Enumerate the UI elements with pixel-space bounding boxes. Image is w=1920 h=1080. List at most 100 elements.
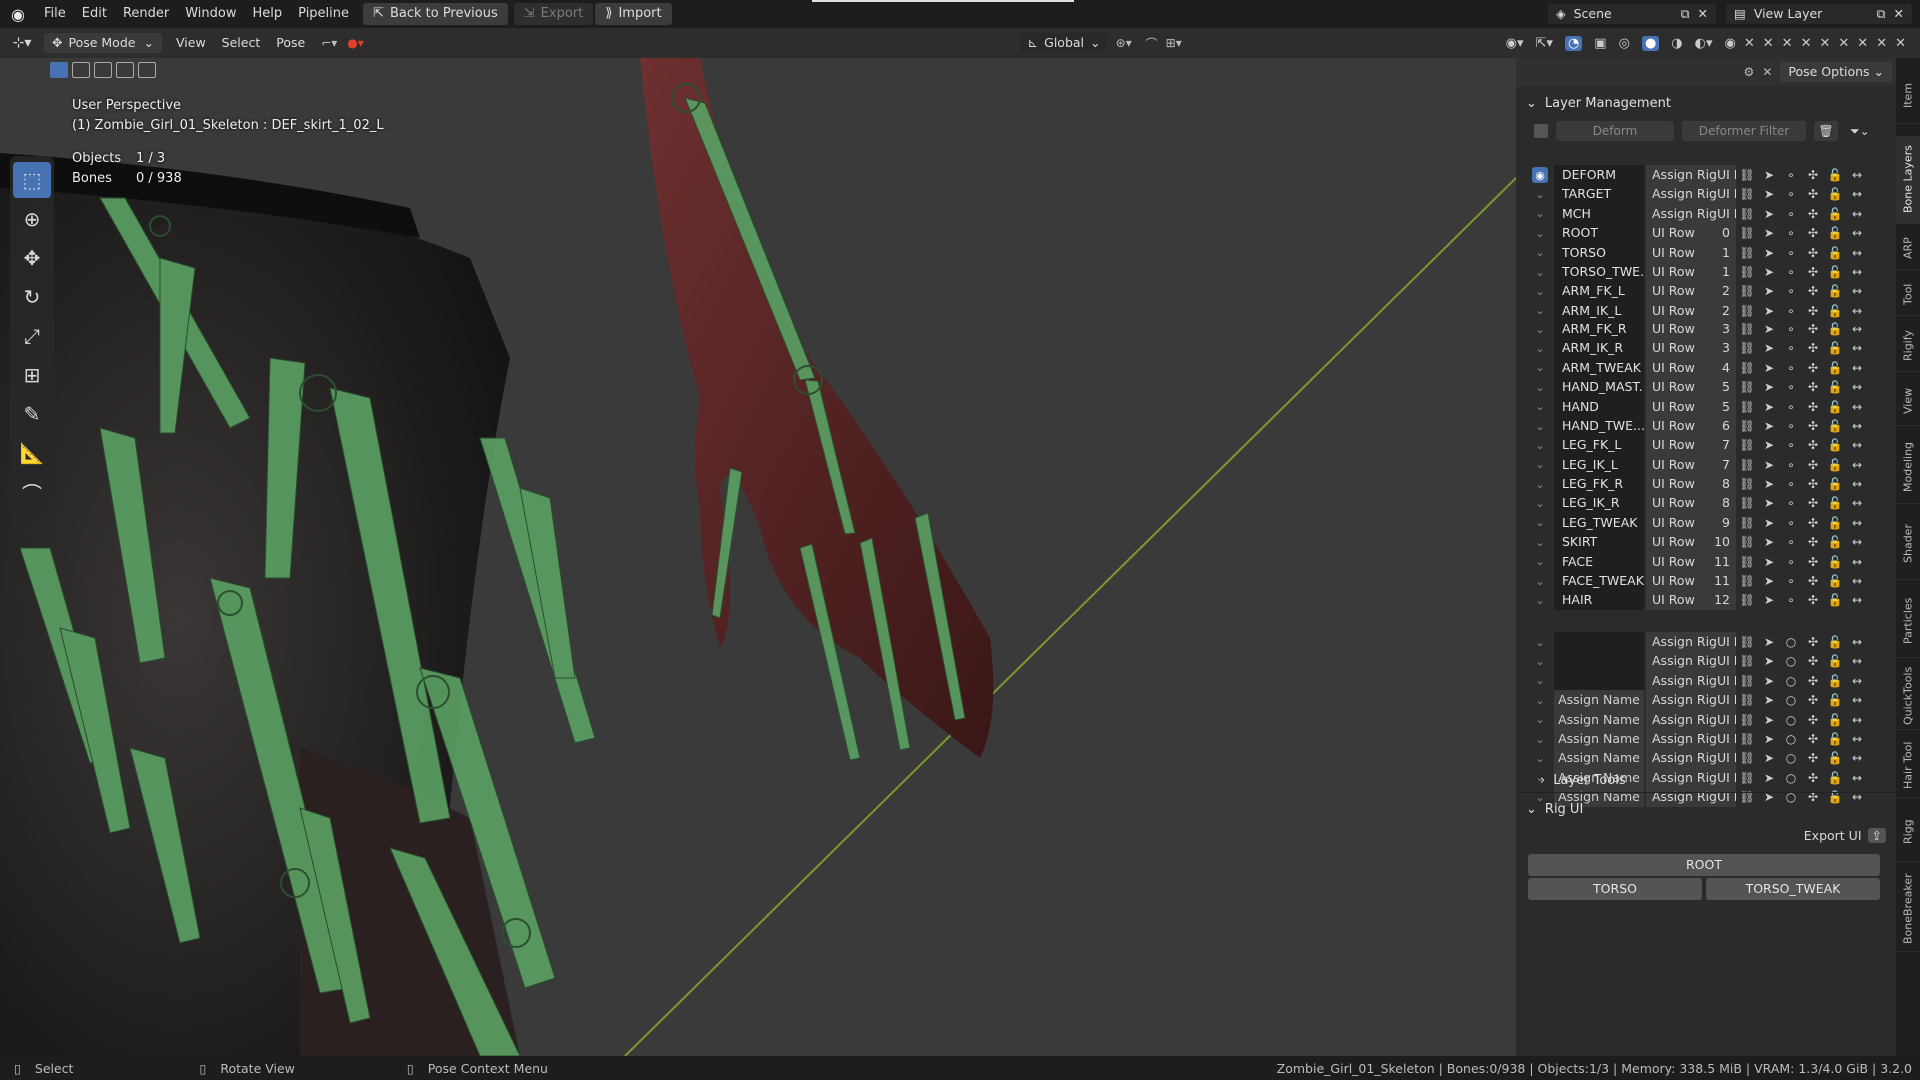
lock-icon[interactable]: 🔓 — [1824, 729, 1846, 749]
radio-icon[interactable]: ○ — [1780, 632, 1802, 652]
select-arrow-icon[interactable]: ➤ — [1758, 184, 1780, 204]
link-icon[interactable]: ⛓ — [1736, 184, 1758, 204]
ui-row-field[interactable]: UI Row 1 — [1646, 242, 1736, 263]
lock-icon[interactable]: 🔓 — [1824, 552, 1846, 572]
tab-hair-tool[interactable]: Hair Tool — [1896, 734, 1920, 798]
link-icon[interactable]: ⛓ — [1736, 281, 1758, 301]
eye-icon[interactable]: ◉ — [1725, 36, 1736, 51]
radio-icon[interactable]: ∘ — [1780, 552, 1802, 572]
visibility-toggle-icon[interactable]: ⌄ — [1532, 340, 1548, 356]
swap-icon[interactable]: ↔ — [1846, 223, 1868, 243]
radio-icon[interactable]: ∘ — [1780, 493, 1802, 513]
select-arrow-icon[interactable]: ➤ — [1758, 358, 1780, 378]
bone-icon[interactable]: ✣ — [1802, 571, 1824, 591]
deformer-filter-button[interactable]: Deformer Filter — [1682, 121, 1806, 141]
link-icon[interactable]: ⛓ — [1736, 358, 1758, 378]
visibility-toggle-icon[interactable]: ⌄ — [1532, 206, 1548, 222]
solid-shading-icon[interactable]: ● — [1641, 35, 1660, 51]
radio-icon[interactable]: ∘ — [1780, 184, 1802, 204]
layer-name-field[interactable]: ARM_FK_L — [1554, 281, 1644, 302]
bone-icon[interactable]: ✣ — [1802, 552, 1824, 572]
visibility-toggle-icon[interactable]: ⌄ — [1532, 573, 1548, 589]
deform-checkbox[interactable] — [1534, 124, 1548, 138]
ui-row-field[interactable]: UI Row 4 — [1646, 357, 1736, 378]
radio-icon[interactable]: ∘ — [1780, 281, 1802, 301]
bone-icon[interactable]: ✣ — [1802, 532, 1824, 552]
radio-icon[interactable]: ∘ — [1780, 223, 1802, 243]
lock-icon[interactable]: 🔓 — [1824, 513, 1846, 533]
torso-button[interactable]: TORSO — [1528, 878, 1702, 900]
visibility-toggle-icon[interactable]: ⌄ — [1532, 186, 1548, 202]
x-axis-icon[interactable]: ✕ — [1838, 36, 1849, 51]
radio-icon[interactable]: ○ — [1780, 748, 1802, 768]
select-arrow-icon[interactable]: ➤ — [1758, 281, 1780, 301]
visibility-toggle-icon[interactable]: ⌄ — [1532, 321, 1548, 337]
lock-icon[interactable]: 🔓 — [1824, 493, 1846, 513]
layer-name-field[interactable]: TARGET — [1554, 184, 1644, 205]
visibility-toggle-icon[interactable]: ⌄ — [1532, 634, 1548, 650]
radio-icon[interactable]: ∘ — [1780, 165, 1802, 185]
radio-icon[interactable]: ○ — [1780, 651, 1802, 671]
swap-icon[interactable]: ↔ — [1846, 455, 1868, 475]
rendered-shading-icon[interactable]: ◐▾ — [1695, 36, 1713, 51]
lock-icon[interactable]: 🔓 — [1824, 571, 1846, 591]
layer-name-field[interactable]: LEG_FK_R — [1554, 474, 1644, 494]
visibility-toggle-icon[interactable]: ⌄ — [1532, 360, 1548, 376]
swap-icon[interactable]: ↔ — [1846, 358, 1868, 378]
visibility-toggle-icon[interactable]: ⌄ — [1532, 283, 1548, 299]
import-button[interactable]: ⟫ Import — [595, 3, 672, 25]
layer-name-field[interactable]: LEG_TWEAK — [1554, 512, 1644, 533]
swap-icon[interactable]: ↔ — [1846, 204, 1868, 224]
pivot-icon[interactable]: ⊛▾ — [1116, 36, 1146, 50]
ui-row-field[interactable]: UI Row 11 — [1646, 571, 1736, 591]
select-arrow-icon[interactable]: ➤ — [1758, 532, 1780, 552]
snap-icon[interactable]: ⌒ — [1146, 35, 1166, 52]
bone-icon[interactable]: ✣ — [1802, 651, 1824, 671]
swap-icon[interactable]: ↔ — [1846, 493, 1868, 513]
swap-icon[interactable]: ↔ — [1846, 338, 1868, 358]
layer-name-field[interactable]: DEFORM — [1554, 165, 1644, 185]
swap-icon[interactable]: ↔ — [1846, 165, 1868, 185]
visibility-toggle-icon[interactable]: ⌄ — [1532, 731, 1548, 747]
radio-icon[interactable]: ○ — [1780, 787, 1802, 807]
swap-icon[interactable]: ↔ — [1846, 671, 1868, 691]
layer-management-header[interactable]: ⌄ Layer Management — [1526, 92, 1671, 114]
ui-row-field[interactable]: UI Row 9 — [1646, 512, 1736, 533]
swap-icon[interactable]: ↔ — [1846, 532, 1868, 552]
layer-name-field[interactable] — [1554, 670, 1644, 691]
header-menu-view[interactable]: View — [168, 29, 214, 57]
visibility-toggle-icon[interactable]: ⌄ — [1532, 264, 1548, 280]
lock-icon[interactable]: 🔓 — [1824, 358, 1846, 378]
select-arrow-icon[interactable]: ➤ — [1758, 204, 1780, 224]
visibility-toggle-icon[interactable]: ⌄ — [1532, 592, 1548, 608]
select-arrow-icon[interactable]: ➤ — [1758, 455, 1780, 475]
radio-icon[interactable]: ∘ — [1780, 416, 1802, 436]
link-icon[interactable]: ⛓ — [1736, 632, 1758, 652]
layer-name-field[interactable]: ROOT — [1554, 223, 1644, 244]
lock-icon[interactable]: 🔓 — [1824, 748, 1846, 768]
ui-row-field[interactable]: UI Row 0 — [1646, 223, 1736, 244]
lock-icon[interactable]: 🔓 — [1824, 532, 1846, 552]
bone-icon[interactable]: ✣ — [1802, 671, 1824, 691]
link-icon[interactable]: ⛓ — [1736, 493, 1758, 513]
pose-settings-icon[interactable]: ⚙ — [1744, 65, 1755, 79]
torso-tweak-button[interactable]: TORSO_TWEAK — [1706, 878, 1880, 900]
visibility-toggle-icon[interactable]: ⌄ — [1532, 515, 1548, 531]
ui-row-field[interactable]: Assign RigUI R... — [1646, 690, 1736, 711]
lock-icon[interactable]: 🔓 — [1824, 768, 1846, 788]
bone-icon[interactable]: ✣ — [1802, 338, 1824, 358]
layer-name-field[interactable]: Assign Name — [1554, 748, 1644, 769]
lock-icon[interactable]: 🔓 — [1824, 204, 1846, 224]
ui-row-field[interactable]: Assign RigUI R... — [1646, 184, 1736, 205]
x-axis-icon[interactable]: ✕ — [1876, 36, 1887, 51]
visibility-toggle-icon[interactable]: ⌄ — [1532, 245, 1548, 261]
ui-row-field[interactable]: UI Row 10 — [1646, 532, 1736, 553]
deform-button[interactable]: Deform — [1556, 121, 1674, 141]
select-subtract-icon[interactable] — [94, 62, 112, 78]
new-view-layer-icon[interactable]: ⧉ — [1877, 4, 1886, 24]
ui-row-field[interactable]: UI Row 3 — [1646, 319, 1736, 339]
link-icon[interactable]: ⛓ — [1736, 474, 1758, 494]
tab-arp[interactable]: ARP — [1896, 228, 1920, 270]
bone-icon[interactable]: ✣ — [1802, 590, 1824, 610]
layer-name-field[interactable]: ARM_TWEAK — [1554, 357, 1644, 378]
